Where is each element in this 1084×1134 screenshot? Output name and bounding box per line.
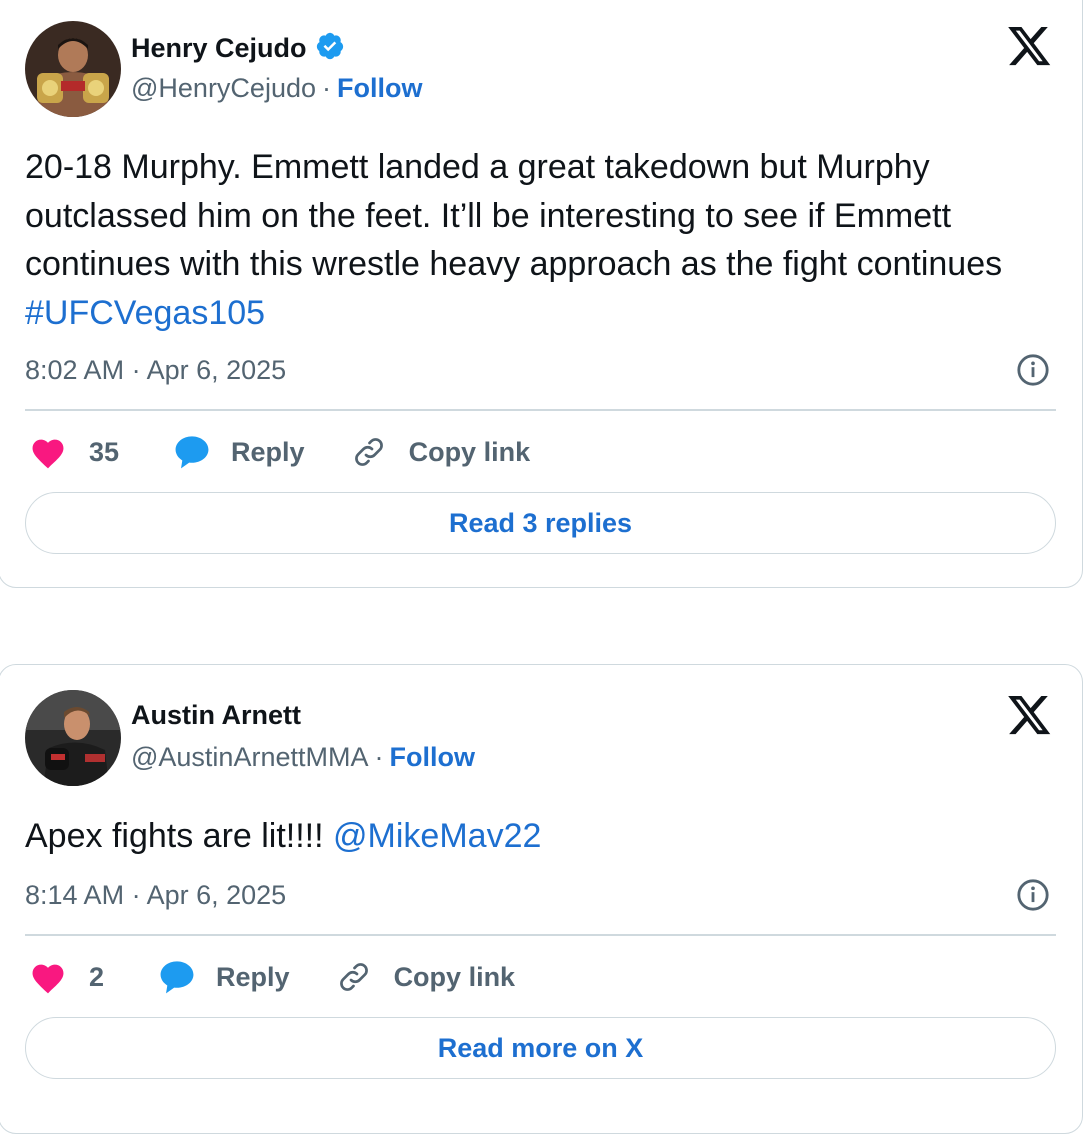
tweet-text-body: Apex fights are lit!!!! — [25, 817, 334, 855]
read-replies-button[interactable]: Read 3 replies — [25, 492, 1056, 554]
heart-icon — [29, 435, 67, 469]
tweet-text: 20-18 Murphy. Emmett landed a great take… — [25, 143, 1055, 337]
reply-bubble-icon — [158, 959, 196, 995]
like-count: 2 — [89, 961, 105, 992]
read-more-label: Read more on X — [437, 1032, 644, 1063]
copy-link-label: Copy link — [408, 436, 531, 467]
author-handle[interactable]: @HenryCejudo — [131, 73, 316, 104]
tweet-card-2: Austin Arnett @AustinArnettMMA · Follow … — [0, 664, 1083, 1134]
tweet-card-1: Henry Cejudo @HenryCejudo · Follow 20-18… — [0, 0, 1083, 588]
tweet-text: Apex fights are lit!!!! @MikeMav22 — [25, 812, 1055, 861]
follow-button[interactable]: Follow — [337, 73, 422, 104]
read-replies-label: Read 3 replies — [448, 507, 633, 538]
tweet-timestamp[interactable]: 8:02 AM · Apr 6, 2025 — [25, 355, 286, 386]
hashtag-link[interactable]: #UFCVegas105 — [25, 294, 265, 332]
x-logo-icon[interactable] — [1008, 696, 1052, 736]
link-icon — [351, 434, 387, 470]
avatar-austin-arnett[interactable] — [25, 690, 121, 786]
reply-label: Reply — [216, 961, 290, 992]
link-icon — [336, 959, 372, 995]
avatar-henry-cejudo[interactable] — [25, 21, 121, 117]
read-more-button[interactable]: Read more on X — [25, 1017, 1056, 1079]
heart-icon — [29, 960, 67, 994]
author-name[interactable]: Austin Arnett — [131, 700, 301, 731]
reply-button[interactable]: Reply — [173, 434, 305, 470]
copy-link-button[interactable]: Copy link — [336, 959, 516, 995]
copy-link-label: Copy link — [393, 961, 516, 992]
mention-link[interactable]: @MikeMav22 — [333, 817, 541, 855]
info-icon[interactable] — [1016, 878, 1050, 912]
tweet-text-body: 20-18 Murphy. Emmett landed a great take… — [25, 148, 1003, 283]
like-button[interactable]: 35 — [29, 435, 119, 469]
like-button[interactable]: 2 — [29, 960, 104, 994]
tweet-timestamp[interactable]: 8:14 AM · Apr 6, 2025 — [25, 880, 286, 911]
author-name[interactable]: Henry Cejudo — [131, 33, 307, 64]
follow-button[interactable]: Follow — [389, 742, 474, 773]
reply-label: Reply — [231, 436, 305, 467]
author-handle[interactable]: @AustinArnettMMA — [131, 742, 368, 773]
x-logo-icon[interactable] — [1008, 27, 1052, 67]
action-bar: 2 Reply Copy link — [29, 959, 515, 995]
like-count: 35 — [89, 436, 120, 467]
reply-bubble-icon — [173, 434, 211, 470]
copy-link-button[interactable]: Copy link — [351, 434, 531, 470]
action-bar: 35 Reply Copy link — [29, 434, 530, 470]
separator-dot: · — [374, 742, 384, 772]
separator-dot: · — [322, 73, 331, 103]
divider — [25, 934, 1056, 936]
verified-badge-icon — [315, 31, 345, 66]
divider — [25, 409, 1056, 411]
reply-button[interactable]: Reply — [158, 959, 290, 995]
info-icon[interactable] — [1016, 353, 1050, 387]
